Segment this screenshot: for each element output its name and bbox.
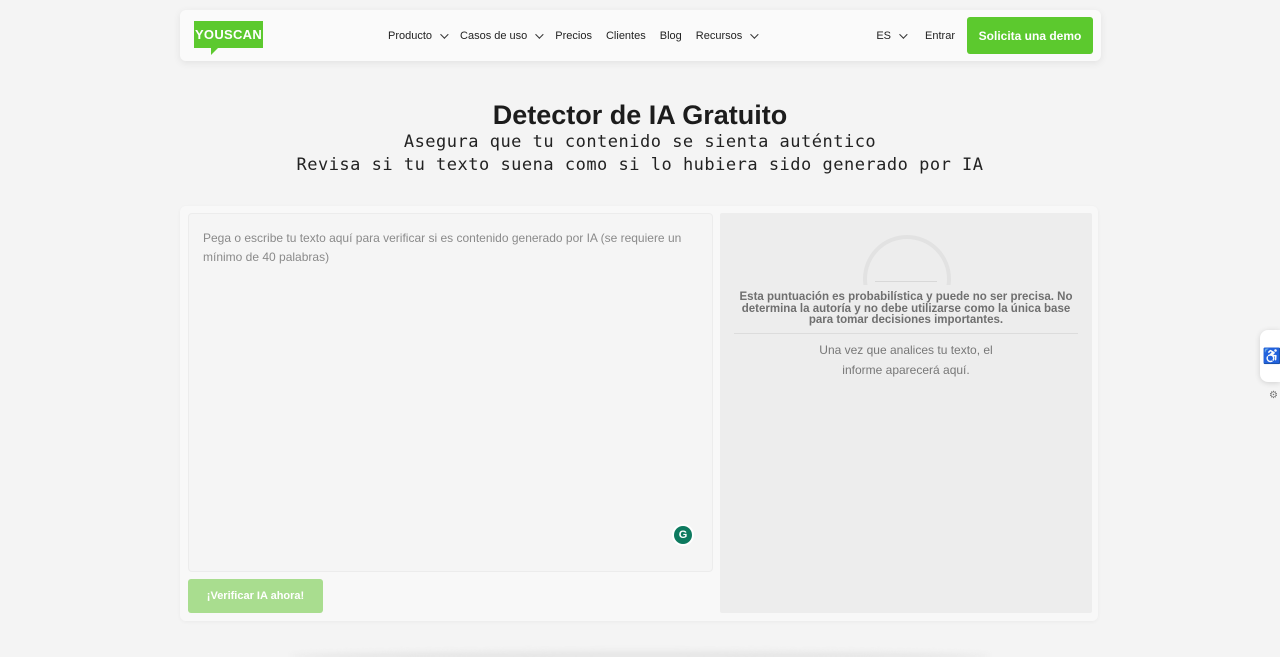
result-panel: Esta puntuación es probabilística y pued…	[720, 213, 1092, 613]
nav-label: Producto	[388, 29, 433, 42]
score-disclaimer: Esta puntuación es probabilística y pued…	[739, 291, 1073, 326]
text-input[interactable]	[189, 214, 712, 571]
login-link[interactable]: Entrar	[925, 30, 955, 42]
language-label: ES	[876, 29, 892, 42]
page-subtitle: Asegura que tu contenido se sienta autén…	[403, 132, 877, 152]
nav-item-blog[interactable]: Blog	[660, 30, 682, 42]
next-section-edge	[290, 651, 990, 657]
verify-ai-button[interactable]: ¡Verificar IA ahora!	[188, 579, 323, 613]
accessibility-widget[interactable]: ♿	[1260, 330, 1280, 382]
gauge-arc	[863, 235, 951, 285]
report-placeholder: Una vez que analices tu texto, el inform…	[819, 343, 993, 377]
nav-label: Clientes	[605, 29, 646, 42]
nav-item-clientes[interactable]: Clientes	[606, 30, 646, 42]
accessibility-icon: ♿	[1262, 348, 1280, 365]
language-selector[interactable]: ES	[876, 29, 908, 42]
chevron-down-icon	[750, 29, 759, 39]
chevron-down-icon	[535, 29, 544, 39]
chevron-down-icon	[899, 29, 908, 39]
score-gauge	[863, 235, 951, 285]
page-description: Revisa si tu texto suena como si lo hubi…	[296, 155, 984, 175]
detector-panel: G ¡Verificar IA ahora! Esta puntuación e…	[180, 206, 1098, 621]
text-input-container: G	[188, 213, 713, 572]
nav-item-producto[interactable]: Producto	[388, 29, 449, 42]
logo-text: YOUSCAN	[194, 27, 263, 42]
nav-item-casos-de-uso[interactable]: Casos de uso	[460, 29, 544, 42]
youscan-logo[interactable]: YOUSCAN	[194, 21, 263, 55]
main-nav: Producto Casos de uso Precios Clientes B…	[388, 10, 759, 61]
divider	[734, 333, 1078, 334]
page-title: Detector de IA Gratuito	[492, 100, 788, 130]
gear-icon[interactable]: ⚙	[1269, 390, 1278, 401]
nav-label: Recursos	[695, 29, 743, 42]
nav-item-recursos[interactable]: Recursos	[695, 29, 759, 42]
header-actions: ES Entrar Solicita una demo	[876, 10, 1093, 61]
request-demo-button[interactable]: Solicita una demo	[967, 17, 1093, 54]
nav-label: Blog	[659, 29, 682, 42]
nav-label: Precios	[555, 29, 592, 42]
nav-item-precios[interactable]: Precios	[555, 30, 592, 42]
gauge-baseline	[875, 281, 937, 282]
grammarly-icon[interactable]: G	[674, 526, 692, 544]
nav-label: Casos de uso	[460, 29, 528, 42]
chevron-down-icon	[440, 29, 449, 39]
site-header: YOUSCAN Producto Casos de uso Precios Cl…	[180, 10, 1101, 61]
